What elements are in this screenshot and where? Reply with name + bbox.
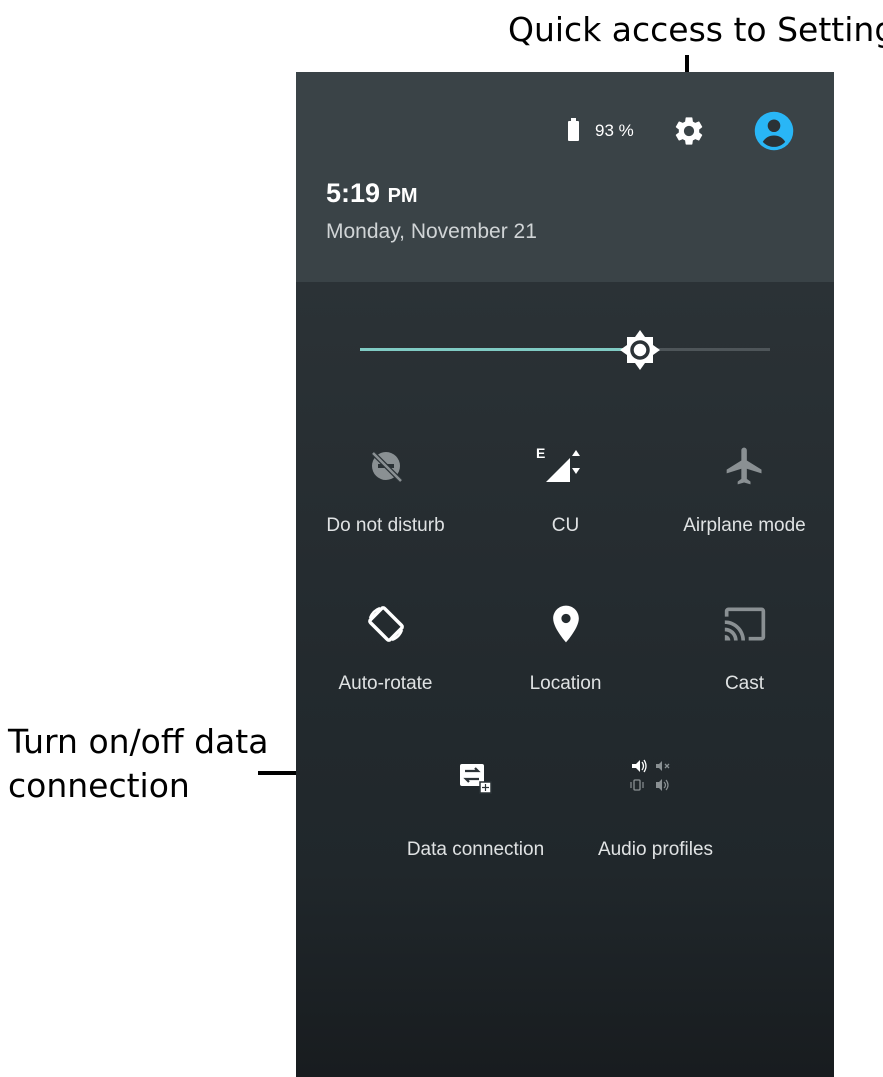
settings-callout-text: Quick access to Setting [508,10,883,49]
network-type-text: E [536,445,545,461]
tile-cast[interactable]: Cast [655,602,834,722]
clock-hours-minutes: 5:19 [326,178,381,208]
tile-label: CU [551,515,580,536]
cast-icon [724,607,765,641]
tile-data-connection[interactable]: Data connection [386,756,565,876]
brightness-icon[interactable] [618,328,662,372]
data-connection-icon [459,764,492,794]
clock-ampm: PM [387,185,418,207]
battery-percentage: 93 % [595,121,634,140]
audio-profiles-icon [629,759,669,791]
quick-settings-panel: 93 % 5:19 PM Monday, November 21 Do not … [296,72,834,1077]
tile-label: Data connection [406,839,545,860]
data-callout-line1: Turn on/off data [8,722,269,761]
do-not-disturb-icon [370,451,403,483]
cell-signal-icon: E [536,445,580,482]
location-pin-icon [552,605,579,643]
quick-settings-header: 93 % 5:19 PM Monday, November 21 [296,72,834,282]
tile-do-not-disturb[interactable]: Do not disturb [296,444,475,564]
data-callout-text: Turn on/off data connection [8,720,268,808]
tile-audio-profiles[interactable]: Audio profiles [566,756,745,876]
tile-label: Audio profiles [597,839,714,860]
tile-label: Auto-rotate [338,673,433,694]
tile-label: Location [529,673,602,694]
auto-rotate-icon [367,606,404,642]
clock-date[interactable]: Monday, November 21 [326,218,537,246]
tile-location[interactable]: Location [476,602,655,722]
battery-icon [568,118,579,141]
tile-cellular-cu[interactable]: E CU [476,444,655,564]
data-callout-line2: connection [8,766,190,805]
airplane-icon [726,447,761,485]
brightness-slider[interactable] [360,348,770,351]
account-icon[interactable] [753,110,795,152]
brightness-slider-fill [360,348,643,351]
clock-time[interactable]: 5:19 PM [326,176,418,213]
tile-airplane-mode[interactable]: Airplane mode [655,444,834,564]
tile-label: Airplane mode [683,515,806,536]
tile-label: Do not disturb [326,515,445,536]
tile-auto-rotate[interactable]: Auto-rotate [296,602,475,722]
gear-icon[interactable] [672,114,706,148]
tile-label: Cast [724,673,765,694]
